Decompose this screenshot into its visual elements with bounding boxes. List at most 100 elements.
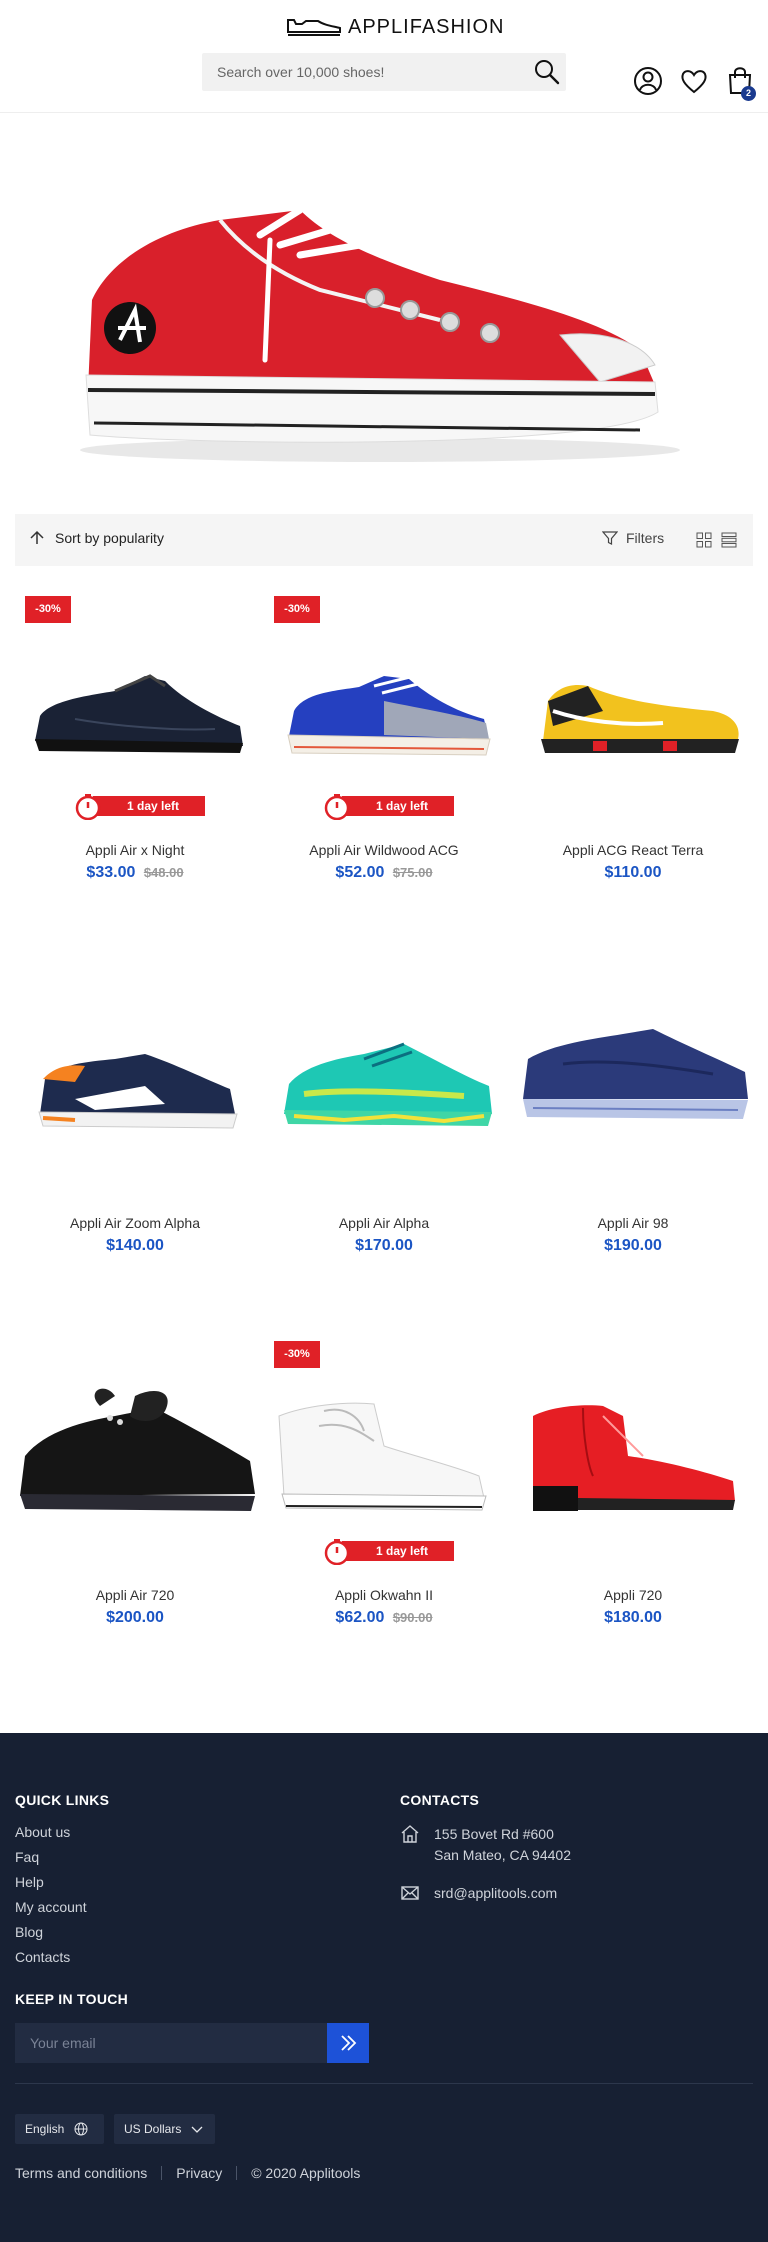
link-separator (161, 2166, 163, 2180)
list-view-icon[interactable] (721, 532, 737, 548)
product-card[interactable]: Appli ACG React Terra $110.00 (513, 596, 753, 916)
product-price: $170.00 (264, 1237, 504, 1255)
footer-link-blog[interactable]: Blog (15, 1923, 87, 1948)
mail-icon (401, 1886, 419, 1900)
newsletter-email-input[interactable] (15, 2023, 327, 2063)
address-line-1: 155 Bovet Rd #600 (434, 1826, 554, 1842)
product-card[interactable]: -30% 1 day left Appli Okwahn II $62.00 $… (264, 1341, 504, 1661)
deal-timer: 1 day left (324, 794, 454, 820)
search-input[interactable] (202, 53, 512, 91)
product-name[interactable]: Appli Okwahn II (264, 1587, 504, 1603)
footer-link-my-account[interactable]: My account (15, 1898, 87, 1923)
product-name[interactable]: Appli Air Alpha (264, 1215, 504, 1231)
user-icon[interactable] (633, 66, 663, 96)
discount-badge: -30% (25, 596, 71, 623)
footer-link-faq[interactable]: Faq (15, 1848, 87, 1873)
contact-email: srd@applitools.com (400, 1883, 557, 1904)
current-price: $110.00 (604, 864, 662, 881)
product-price: $200.00 (15, 1609, 255, 1627)
product-image[interactable] (264, 631, 504, 781)
product-name[interactable]: Appli Air Zoom Alpha (15, 1215, 255, 1231)
search-icon[interactable] (532, 57, 562, 87)
current-price: $140.00 (106, 1237, 164, 1254)
sort-arrow-icon (30, 530, 44, 544)
product-price: $190.00 (513, 1237, 753, 1255)
chevron-down-icon (191, 2126, 203, 2133)
current-price: $180.00 (604, 1609, 662, 1626)
logo[interactable]: APPLIFASHION (286, 14, 505, 40)
language-value: English (25, 2122, 65, 2136)
product-card[interactable]: -30% 1 day left Appli Air Wildwood ACG $… (264, 596, 504, 916)
link-separator (236, 2166, 238, 2180)
newsletter-submit-arrow-icon[interactable] (327, 2023, 369, 2063)
terms-link[interactable]: Terms and conditions (15, 2165, 147, 2181)
product-name[interactable]: Appli 720 (513, 1587, 753, 1603)
product-name[interactable]: Appli Air 720 (15, 1587, 255, 1603)
product-image[interactable] (264, 1004, 504, 1154)
quick-links-list: About us Faq Help My account Blog Contac… (15, 1823, 87, 1973)
product-toolbar: Sort by popularity Filters (15, 514, 753, 566)
discount-badge: -30% (274, 1341, 320, 1368)
product-name[interactable]: Appli Air 98 (513, 1215, 753, 1231)
heart-icon[interactable] (679, 66, 709, 96)
globe-icon (74, 2122, 88, 2136)
contact-email-link[interactable]: srd@applitools.com (434, 1883, 557, 1904)
currency-value: US Dollars (124, 2122, 182, 2136)
product-price: $52.00 $75.00 (264, 864, 504, 882)
search-bar (202, 53, 566, 91)
footer-link-help[interactable]: Help (15, 1873, 87, 1898)
product-price: $180.00 (513, 1609, 753, 1627)
product-card[interactable]: Appli Air Alpha $170.00 (264, 969, 504, 1289)
filters-label: Filters (626, 530, 665, 546)
sort-dropdown[interactable]: Sort by popularity (29, 530, 164, 546)
product-image[interactable] (513, 1004, 753, 1154)
current-price: $62.00 (335, 1609, 385, 1626)
product-name[interactable]: Appli Air x Night (15, 842, 255, 858)
site-header: APPLIFASHION 2 (0, 0, 768, 113)
copyright-text: © 2020 Applitools (251, 2165, 361, 2181)
stopwatch-icon (75, 794, 101, 820)
keep-in-touch-heading: KEEP IN TOUCH (15, 1991, 129, 2007)
product-card[interactable]: Appli 720 $180.00 (513, 1341, 753, 1661)
product-card[interactable]: Appli Air Zoom Alpha $140.00 (15, 969, 255, 1289)
footer-divider (15, 2083, 753, 2084)
deal-timer: 1 day left (75, 794, 205, 820)
product-price: $140.00 (15, 1237, 255, 1255)
timer-label: 1 day left (342, 1541, 454, 1561)
footer-link-about-us[interactable]: About us (15, 1823, 87, 1848)
product-image[interactable] (15, 1004, 255, 1154)
product-card[interactable]: Appli Air 98 $190.00 (513, 969, 753, 1289)
old-price: $75.00 (392, 865, 433, 880)
old-price: $90.00 (392, 1610, 433, 1625)
language-selector[interactable]: English (15, 2114, 104, 2144)
current-price: $52.00 (335, 864, 385, 881)
product-image[interactable] (513, 631, 753, 781)
address-line-2: San Mateo, CA 94402 (434, 1847, 571, 1863)
current-price: $33.00 (86, 864, 136, 881)
product-card[interactable]: Appli Air 720 $200.00 (15, 1341, 255, 1661)
site-footer: QUICK LINKS About us Faq Help My account… (0, 1733, 768, 2242)
product-image[interactable] (15, 1376, 255, 1526)
timer-label: 1 day left (342, 796, 454, 816)
product-image[interactable] (15, 631, 255, 781)
product-price: $33.00 $48.00 (15, 864, 255, 882)
privacy-link[interactable]: Privacy (176, 2165, 222, 2181)
footer-link-contacts[interactable]: Contacts (15, 1948, 87, 1973)
cart-count-badge: 2 (741, 86, 756, 101)
filters-button[interactable]: Filters (602, 530, 664, 546)
product-image[interactable] (513, 1376, 753, 1526)
newsletter-form (15, 2023, 369, 2063)
product-card[interactable]: -30% 1 day left Appli Air x Night $33.00… (15, 596, 255, 916)
stopwatch-icon (324, 794, 350, 820)
currency-selector[interactable]: US Dollars (114, 2114, 215, 2144)
filter-icon (602, 531, 618, 545)
product-image[interactable] (264, 1376, 504, 1526)
product-name[interactable]: Appli Air Wildwood ACG (264, 842, 504, 858)
product-price: $110.00 (513, 864, 753, 882)
current-price: $170.00 (355, 1237, 413, 1254)
product-name[interactable]: Appli ACG React Terra (513, 842, 753, 858)
deal-timer: 1 day left (324, 1539, 454, 1565)
timer-label: 1 day left (93, 796, 205, 816)
footer-bottom-links: Terms and conditions Privacy © 2020 Appl… (15, 2165, 360, 2181)
grid-view-icon[interactable] (696, 532, 712, 548)
